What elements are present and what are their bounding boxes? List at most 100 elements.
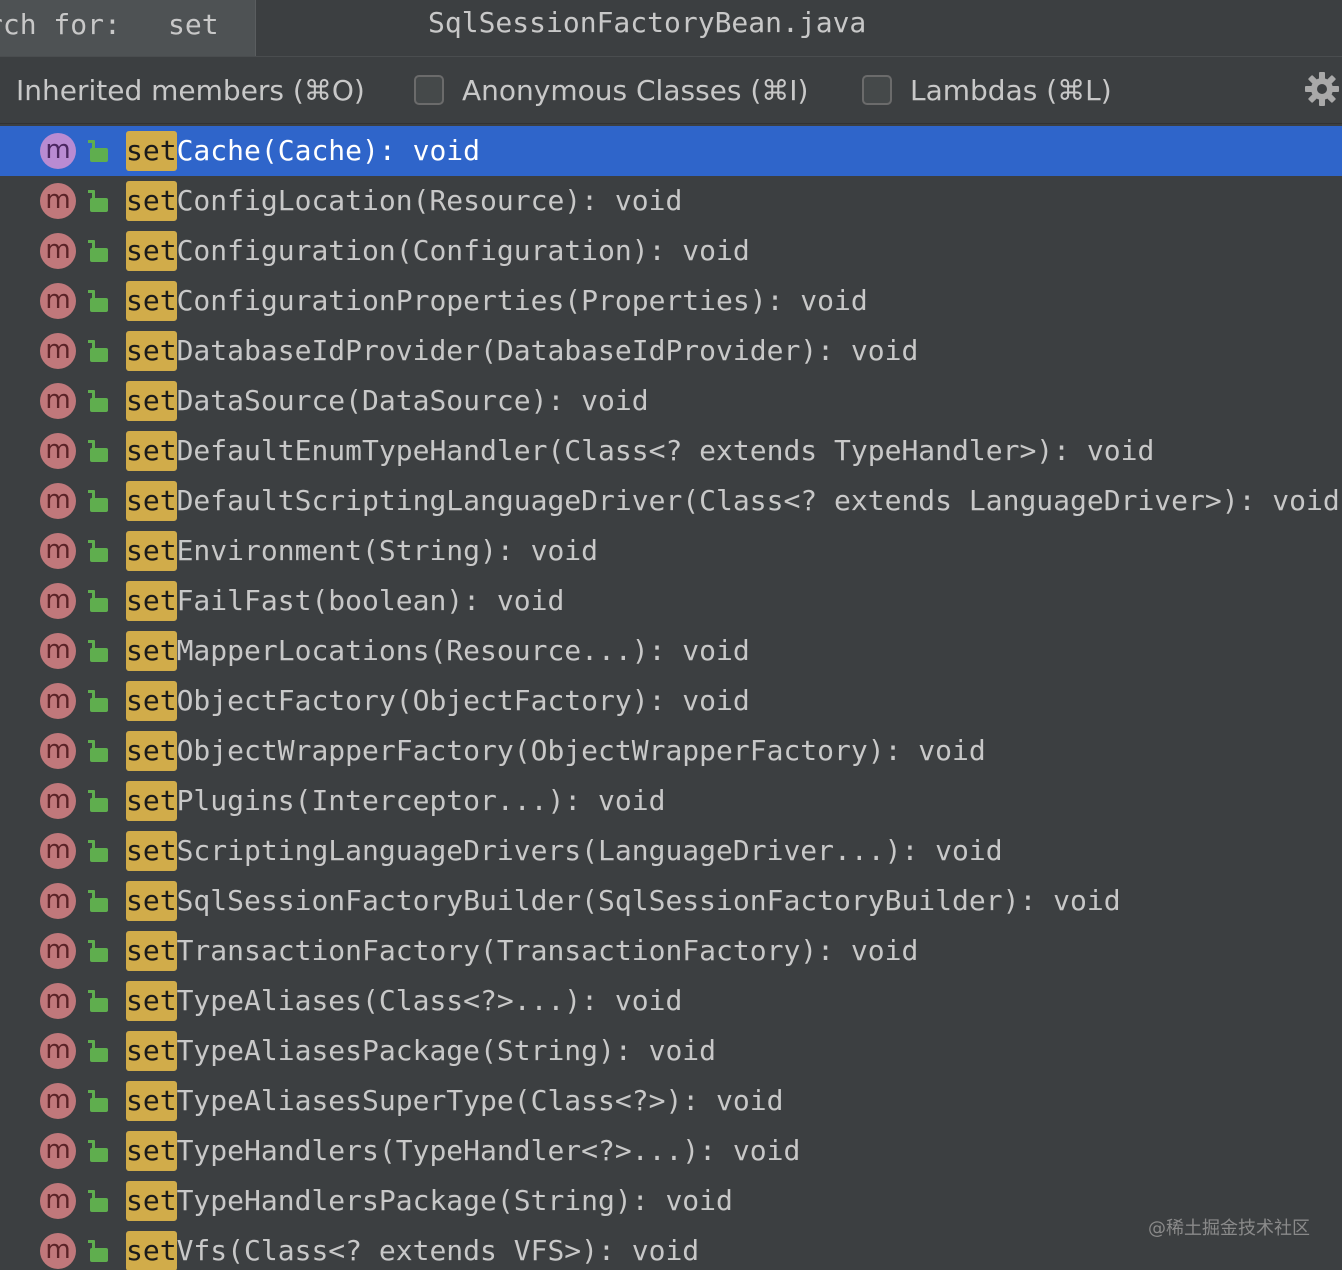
public-lock-icon [88,840,108,862]
member-row[interactable]: m setDefaultScriptingLanguageDriver(Clas… [0,476,1342,526]
member-row[interactable]: m setConfigLocation(Resource): void [0,176,1342,226]
match-highlight: set [126,631,177,671]
match-highlight: set [126,831,177,871]
member-row[interactable]: m setDatabaseIdProvider(DatabaseIdProvid… [0,326,1342,376]
match-highlight: set [126,581,177,621]
member-list: m setCache(Cache): void m setConfigLocat… [0,126,1342,1270]
member-row[interactable]: m setTypeHandlersPackage(String): void [0,1176,1342,1226]
member-signature: setCache(Cache): void [126,126,480,176]
public-lock-icon [88,340,108,362]
member-signature-rest: TypeAliasesSuperType(Class<?>): void [176,1084,784,1117]
public-lock-icon [88,1090,108,1112]
member-signature: setTypeAliases(Class<?>...): void [126,976,682,1026]
member-row[interactable]: m setTransactionFactory(TransactionFacto… [0,926,1342,976]
member-signature: setDefaultScriptingLanguageDriver(Class<… [126,476,1340,526]
member-signature-rest: Vfs(Class<? extends VFS>): void [176,1234,700,1267]
match-highlight: set [126,1131,177,1171]
search-field[interactable]: rch for: set [0,0,256,56]
anonymous-classes-option[interactable]: Anonymous Classes (⌘I) [414,57,808,123]
search-query[interactable]: set [168,0,219,50]
anonymous-classes-checkbox[interactable] [414,75,444,105]
public-lock-icon [88,990,108,1012]
file-title: SqlSessionFactoryBean.java [428,6,867,39]
search-label: rch for: [0,8,121,41]
member-row[interactable]: m setObjectFactory(ObjectFactory): void [0,676,1342,726]
member-row[interactable]: m setTypeHandlers(TypeHandler<?>...): vo… [0,1126,1342,1176]
public-lock-icon [88,390,108,412]
member-row[interactable]: m setCache(Cache): void [0,126,1342,176]
method-icon: m [40,1133,76,1169]
member-row[interactable]: m setScriptingLanguageDrivers(LanguageDr… [0,826,1342,876]
method-icon: m [40,133,76,169]
method-icon: m [40,983,76,1019]
method-icon: m [40,1183,76,1219]
member-row[interactable]: m setTypeAliasesSuperType(Class<?>): voi… [0,1076,1342,1126]
match-highlight: set [126,1081,177,1121]
public-lock-icon [88,190,108,212]
member-signature-rest: DatabaseIdProvider(DatabaseIdProvider): … [176,334,919,367]
match-highlight: set [126,781,177,821]
member-signature-rest: FailFast(boolean): void [176,584,565,617]
member-signature-rest: DefaultEnumTypeHandler(Class<? extends T… [176,434,1155,467]
member-row[interactable]: m setObjectWrapperFactory(ObjectWrapperF… [0,726,1342,776]
structure-toolbar: Inherited members (⌘O) Anonymous Classes… [0,56,1342,124]
public-lock-icon [88,1040,108,1062]
inherited-members-option[interactable]: Inherited members (⌘O) [16,57,365,123]
method-icon: m [40,583,76,619]
member-signature: setVfs(Class<? extends VFS>): void [126,1226,699,1270]
member-signature: setObjectWrapperFactory(ObjectWrapperFac… [126,726,986,776]
member-signature-rest: ConfigurationProperties(Properties): voi… [176,284,868,317]
method-icon: m [40,733,76,769]
match-highlight: set [126,1181,177,1221]
match-highlight: set [126,131,177,171]
watermark: @稀土掘金技术社区 [1148,1218,1310,1239]
method-icon: m [40,183,76,219]
public-lock-icon [88,740,108,762]
lambdas-option[interactable]: Lambdas (⌘L) [862,57,1112,123]
member-row[interactable]: m setConfigurationProperties(Properties)… [0,276,1342,326]
member-signature: setTransactionFactory(TransactionFactory… [126,926,918,976]
member-row[interactable]: m setPlugins(Interceptor...): void [0,776,1342,826]
match-highlight: set [126,431,177,471]
match-highlight: set [126,681,177,721]
member-signature-rest: TypeHandlersPackage(String): void [176,1184,733,1217]
member-row[interactable]: m setEnvironment(String): void [0,526,1342,576]
match-highlight: set [126,181,177,221]
member-row[interactable]: m setVfs(Class<? extends VFS>): void [0,1226,1342,1270]
public-lock-icon [88,240,108,262]
member-row[interactable]: m setDataSource(DataSource): void [0,376,1342,426]
public-lock-icon [88,1140,108,1162]
member-row[interactable]: m setFailFast(boolean): void [0,576,1342,626]
match-highlight: set [126,731,177,771]
gear-icon[interactable] [1304,71,1340,107]
member-signature: setTypeAliasesSuperType(Class<?>): void [126,1076,783,1126]
member-signature: setObjectFactory(ObjectFactory): void [126,676,750,726]
member-row[interactable]: m setConfiguration(Configuration): void [0,226,1342,276]
member-signature: setEnvironment(String): void [126,526,598,576]
public-lock-icon [88,1190,108,1212]
match-highlight: set [126,1031,177,1071]
lambdas-checkbox[interactable] [862,75,892,105]
member-row[interactable]: m setSqlSessionFactoryBuilder(SqlSession… [0,876,1342,926]
member-row[interactable]: m setMapperLocations(Resource...): void [0,626,1342,676]
public-lock-icon [88,890,108,912]
method-icon: m [40,833,76,869]
member-signature: setDataSource(DataSource): void [126,376,649,426]
member-signature: setDatabaseIdProvider(DatabaseIdProvider… [126,326,918,376]
public-lock-icon [88,640,108,662]
member-row[interactable]: m setTypeAliases(Class<?>...): void [0,976,1342,1026]
public-lock-icon [88,440,108,462]
match-highlight: set [126,331,177,371]
member-row[interactable]: m setTypeAliasesPackage(String): void [0,1026,1342,1076]
member-signature-rest: Cache(Cache): void [176,134,481,167]
member-row[interactable]: m setDefaultEnumTypeHandler(Class<? exte… [0,426,1342,476]
public-lock-icon [88,490,108,512]
member-signature: setFailFast(boolean): void [126,576,564,626]
public-lock-icon [88,940,108,962]
method-icon: m [40,1033,76,1069]
public-lock-icon [88,540,108,562]
method-icon: m [40,483,76,519]
member-signature-rest: ScriptingLanguageDrivers(LanguageDriver.… [176,834,1003,867]
member-signature: setScriptingLanguageDrivers(LanguageDriv… [126,826,1003,876]
member-signature-rest: TypeAliasesPackage(String): void [176,1034,717,1067]
